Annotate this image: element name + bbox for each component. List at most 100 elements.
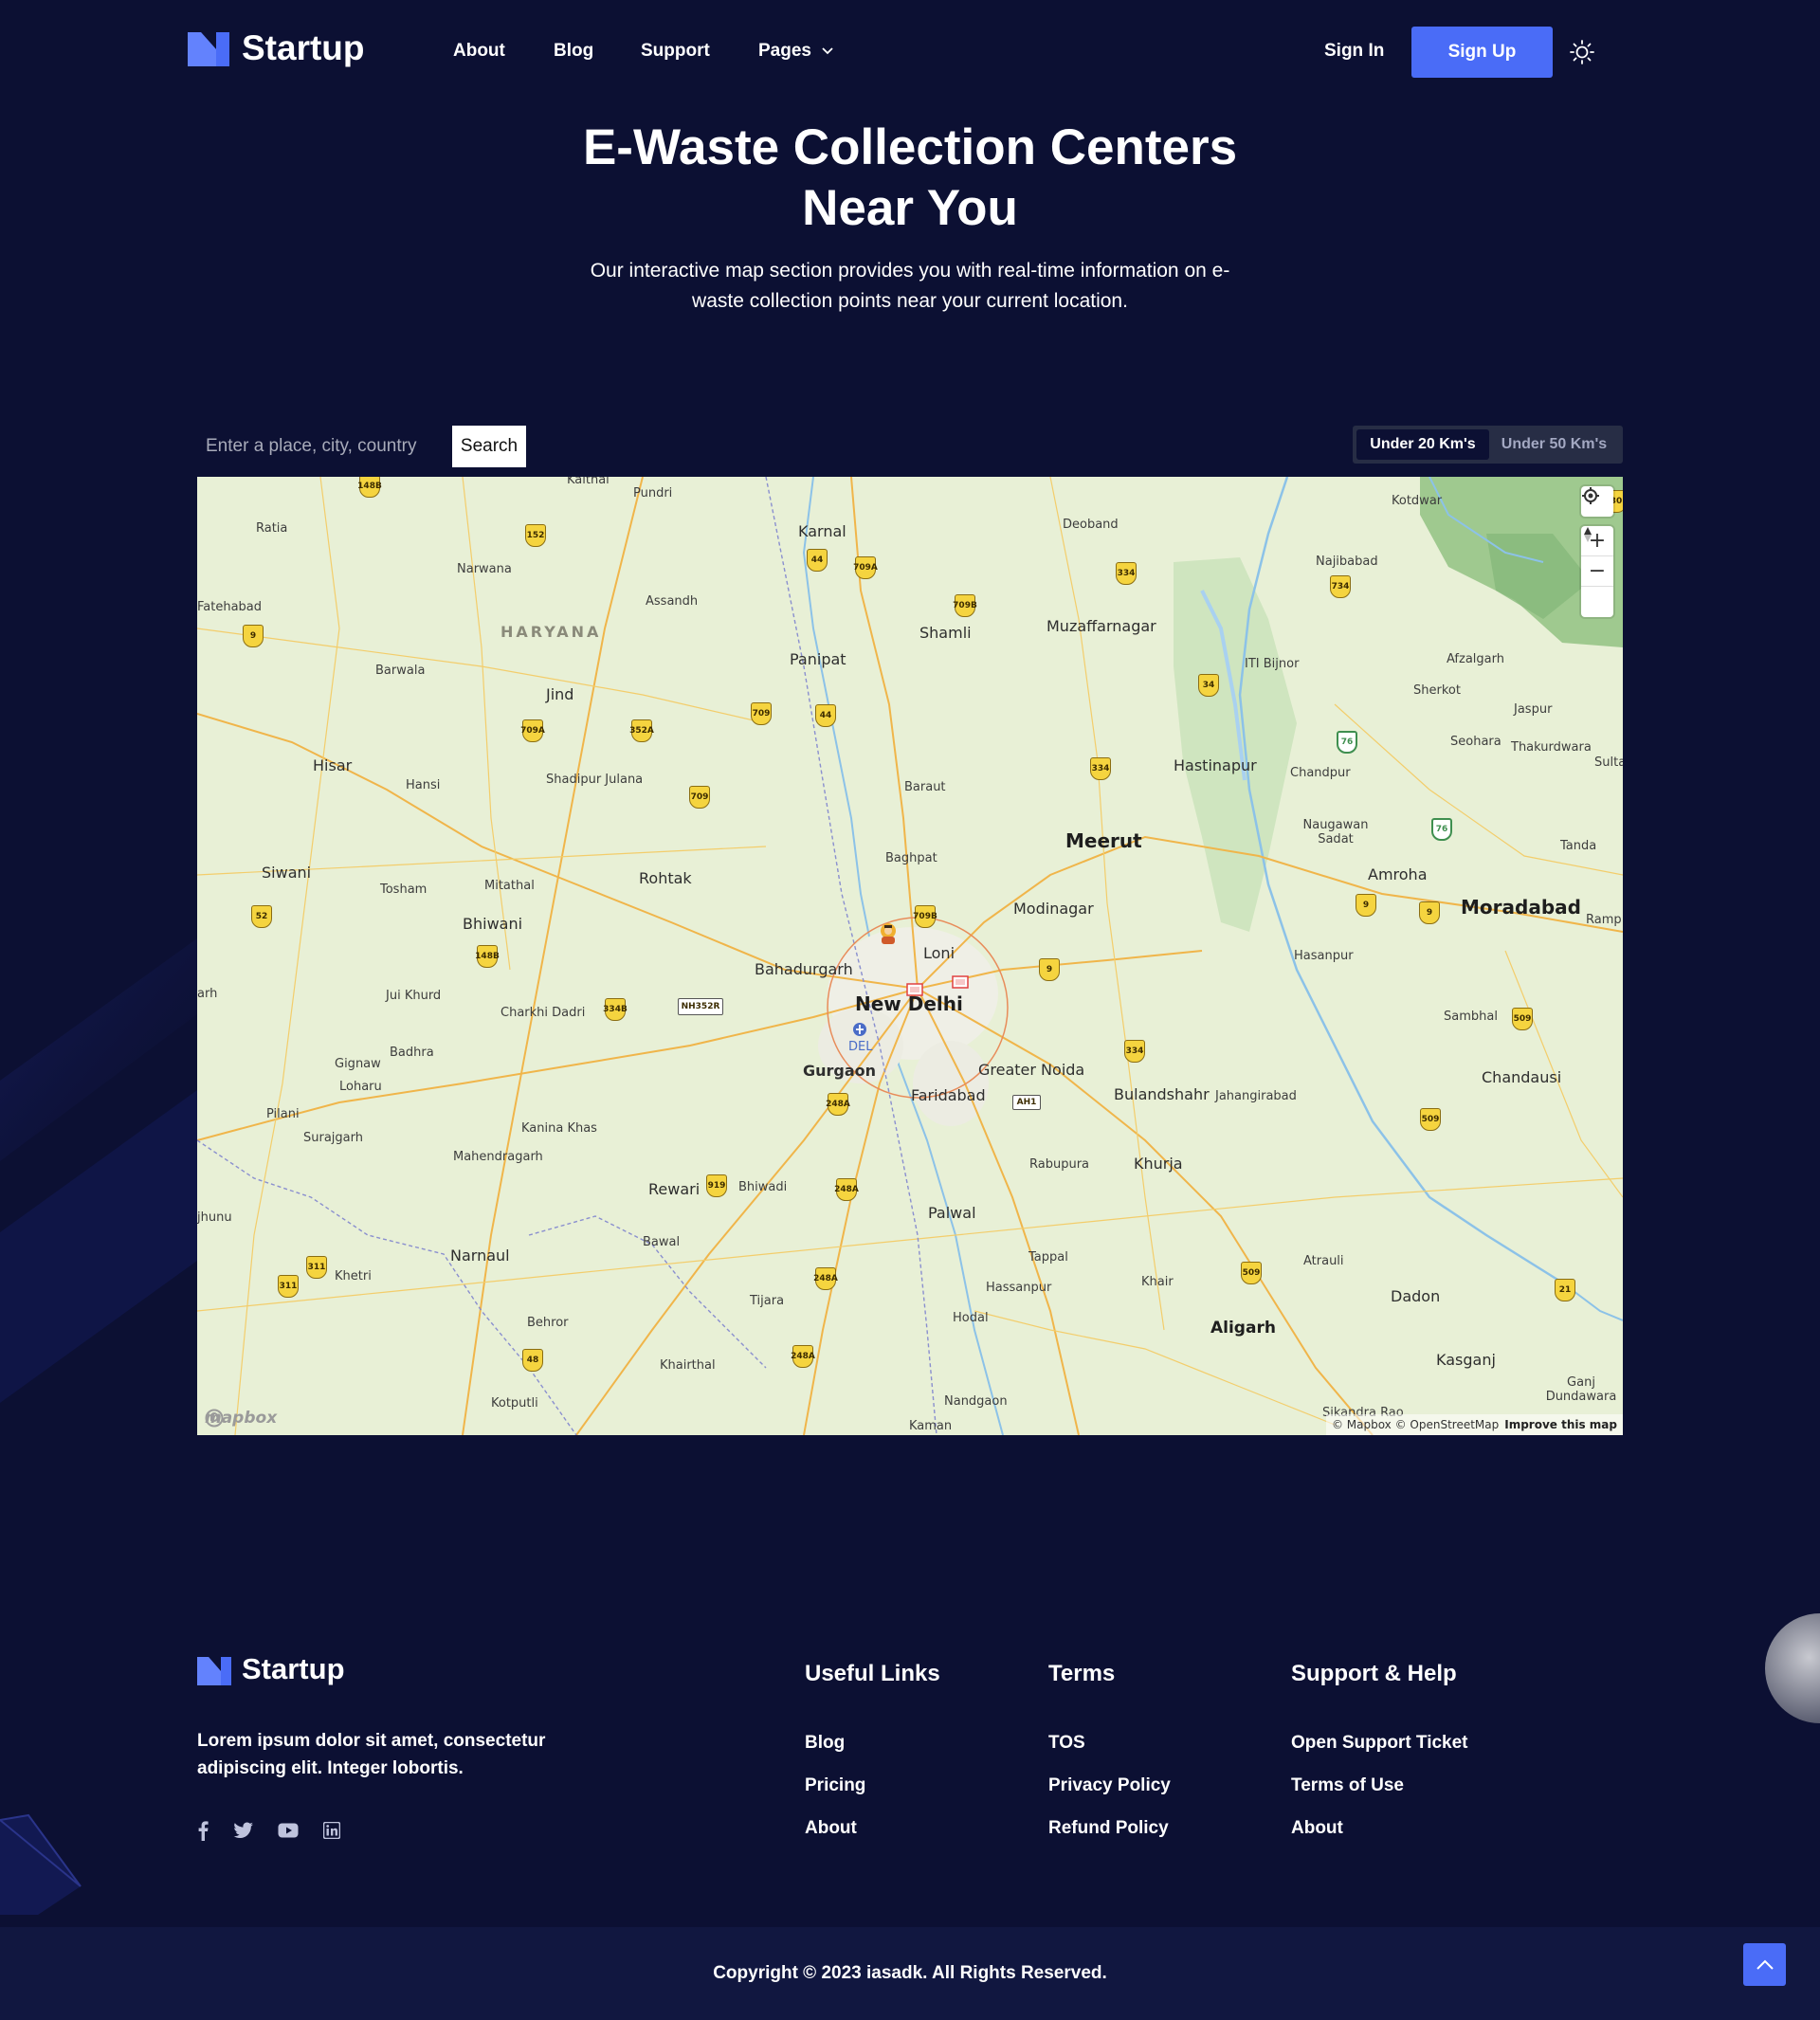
map-label: Rohtak xyxy=(639,869,692,887)
footer-support-title: Support & Help xyxy=(1291,1661,1457,1686)
map-label: Fatehabad xyxy=(197,600,263,614)
nav-about[interactable]: About xyxy=(453,41,505,62)
map-label: Loni xyxy=(923,944,956,962)
map-label: Sulta xyxy=(1594,755,1623,770)
footer-link-tos[interactable]: TOS xyxy=(1048,1733,1085,1754)
nav-pages-label: Pages xyxy=(758,41,811,61)
radius-20km-option[interactable]: Under 20 Km's xyxy=(1356,429,1489,460)
facebook-icon[interactable] xyxy=(195,1820,210,1841)
map-label: Hastinapur xyxy=(1174,756,1257,774)
map-label: Faridabad xyxy=(911,1086,986,1104)
footer-link-refund-policy[interactable]: Refund Policy xyxy=(1048,1818,1169,1839)
page-subtitle-line2: waste collection points near your curren… xyxy=(692,290,1128,312)
road-shield: 34 xyxy=(1198,674,1219,697)
road-shield: 352A xyxy=(629,719,654,742)
map-label: Hasanpur xyxy=(1294,949,1354,963)
map-label: Jahangirabad xyxy=(1215,1089,1297,1103)
map-label: Jui Khurd xyxy=(386,989,442,1003)
road-shield: 248A xyxy=(791,1345,815,1368)
map-label: Assandh xyxy=(646,594,699,609)
map-label: Pundri xyxy=(633,486,673,500)
map-label: Hodal xyxy=(953,1311,989,1325)
footer-link-support-ticket[interactable]: Open Support Ticket xyxy=(1291,1733,1468,1754)
linkedin-icon[interactable] xyxy=(323,1822,340,1839)
page-subtitle: Our interactive map section provides you… xyxy=(569,256,1251,317)
road-shield: 709B xyxy=(953,594,977,617)
road-shield: 334 xyxy=(1090,757,1111,780)
map-label: Tosham xyxy=(380,883,428,897)
road-shield: 509 xyxy=(1420,1108,1441,1131)
footer-useful-links-title: Useful Links xyxy=(805,1661,940,1686)
footer-link-about[interactable]: About xyxy=(805,1818,857,1839)
back-to-top-button[interactable] xyxy=(1743,1943,1786,1986)
map-label: Jaspur xyxy=(1514,702,1553,717)
map-label: Charkhi Dadri xyxy=(500,1006,586,1020)
improve-map-link[interactable]: Improve this map xyxy=(1504,1418,1617,1431)
logo-icon[interactable] xyxy=(188,32,229,66)
map-label: Nandgaon xyxy=(944,1394,1008,1409)
map-label: Behror xyxy=(527,1316,569,1330)
radius-toggle: Under 20 Km's Under 50 Km's xyxy=(1353,426,1623,464)
nav-blog[interactable]: Blog xyxy=(554,41,593,62)
search-button[interactable]: Search xyxy=(452,426,526,467)
collection-center-marker[interactable] xyxy=(906,983,923,998)
compass-icon xyxy=(1584,527,1592,542)
footer-link-terms-of-use[interactable]: Terms of Use xyxy=(1291,1775,1404,1796)
sign-up-button[interactable]: Sign Up xyxy=(1411,27,1553,78)
map-label: Ratia xyxy=(256,521,288,536)
road-shield: 9 xyxy=(1419,901,1440,924)
map-label: Loharu xyxy=(339,1080,382,1094)
zoom-out-button[interactable]: − xyxy=(1581,556,1613,587)
road-shield: 334B xyxy=(603,998,628,1021)
road-shield: 21 xyxy=(1555,1279,1575,1301)
road-shield: NH352R xyxy=(678,998,723,1015)
attribution-text[interactable]: © Mapbox © OpenStreetMap xyxy=(1332,1418,1499,1431)
footer-brand-name[interactable]: Startup xyxy=(242,1652,345,1686)
road-shield: 248A xyxy=(834,1178,859,1201)
map-label: Greater Noida xyxy=(978,1061,1085,1079)
map-label: Kotdwar xyxy=(1392,494,1443,508)
map-label: Hisar xyxy=(313,756,353,774)
road-shield: 311 xyxy=(306,1256,327,1279)
geolocate-button[interactable] xyxy=(1581,486,1613,517)
map-label: Hassanpur xyxy=(986,1281,1052,1295)
nav-support[interactable]: Support xyxy=(641,41,710,62)
compass-button[interactable] xyxy=(1581,527,1613,617)
youtube-icon[interactable] xyxy=(278,1823,299,1838)
brand-name[interactable]: Startup xyxy=(242,28,365,68)
map-label: Gurgaon xyxy=(803,1062,877,1080)
footer-link-pricing[interactable]: Pricing xyxy=(805,1775,865,1796)
road-shield: 52 xyxy=(251,905,272,928)
page-title-line1: E-Waste Collection Centers xyxy=(582,119,1238,175)
sign-in-link[interactable]: Sign In xyxy=(1324,41,1384,62)
road-shield: 152 xyxy=(525,524,546,547)
map-label: Bhiwani xyxy=(463,915,523,933)
footer-link-blog[interactable]: Blog xyxy=(805,1733,845,1754)
twitter-icon[interactable] xyxy=(233,1822,254,1839)
sun-icon[interactable] xyxy=(1569,39,1595,65)
map-label: Rabupura xyxy=(1029,1157,1090,1172)
nav-pages[interactable]: Pages xyxy=(758,41,834,62)
collection-center-marker[interactable] xyxy=(952,975,969,991)
map-label: Thakurdwara xyxy=(1511,740,1592,755)
road-shield: AH1 xyxy=(1012,1095,1041,1110)
chevron-up-icon xyxy=(1756,1959,1774,1970)
footer-logo-icon[interactable] xyxy=(197,1657,231,1685)
footer-link-privacy-policy[interactable]: Privacy Policy xyxy=(1048,1775,1171,1796)
road-shield: 76 xyxy=(1431,818,1452,841)
mapbox-logo[interactable]: mapbox xyxy=(205,1409,277,1428)
radius-50km-option[interactable]: Under 50 Km's xyxy=(1489,429,1619,460)
map-label: Barwala xyxy=(375,664,426,678)
road-shield: 9 xyxy=(1039,958,1060,981)
map-label: Modinagar xyxy=(1013,900,1094,918)
map-label: Bawal xyxy=(643,1235,681,1249)
road-shield: 311 xyxy=(278,1275,299,1298)
road-shield: 709A xyxy=(853,556,878,579)
mapbox-icon xyxy=(205,1409,224,1428)
collection-centers-map[interactable]: Kaithal Pundri Karnal Deoband Kotdwar Ra… xyxy=(197,477,1623,1435)
user-location-marker[interactable] xyxy=(878,922,899,945)
location-search-input[interactable] xyxy=(197,426,451,467)
footer-link-about-support[interactable]: About xyxy=(1291,1818,1343,1839)
map-label: Panipat xyxy=(790,650,846,668)
map-label: Ganj Dundawara xyxy=(1545,1375,1617,1404)
